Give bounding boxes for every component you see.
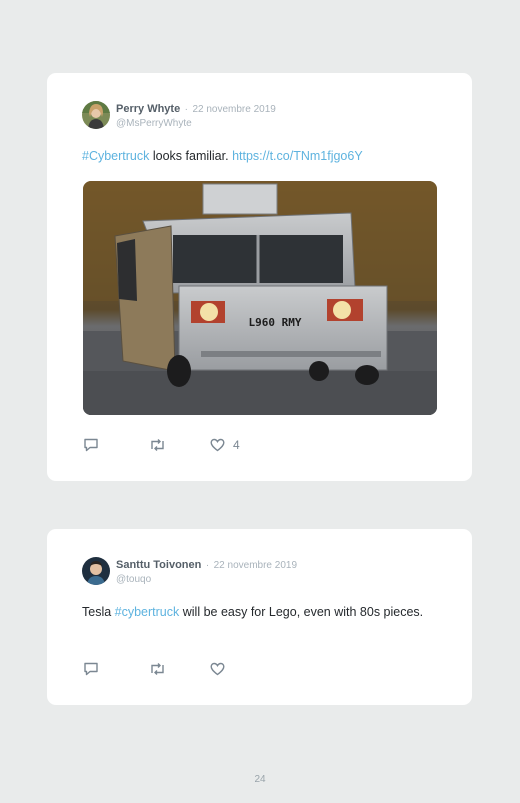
retweet-icon — [149, 438, 166, 452]
reply-button[interactable] — [83, 661, 99, 676]
like-button[interactable] — [210, 662, 225, 676]
author-name[interactable]: Santtu Toivonen — [116, 559, 201, 571]
tweet-text: Tesla #cybertruck will be easy for Lego,… — [82, 604, 442, 620]
author-name[interactable]: Perry Whyte — [116, 103, 180, 115]
tweet-photo[interactable]: L960 RMY — [83, 181, 437, 415]
like-icon — [210, 438, 225, 452]
separator: · — [205, 560, 210, 571]
url-link[interactable]: https://t.co/TNm1fjgo6Y — [232, 149, 363, 163]
license-plate: L960 RMY — [249, 316, 302, 329]
author-handle[interactable]: @MsPerryWhyte — [116, 117, 276, 130]
tweet-header: Perry Whyte · 22 novembre 2019 @MsPerryW… — [82, 101, 276, 130]
tweet-card: Santtu Toivonen · 22 novembre 2019 @touq… — [47, 529, 472, 705]
retweet-icon — [149, 662, 166, 676]
avatar[interactable] — [82, 101, 110, 129]
tweet-card: Perry Whyte · 22 novembre 2019 @MsPerryW… — [47, 73, 472, 481]
tweet-actions: 4 — [83, 437, 240, 452]
tweet-text: #Cybertruck looks familiar. https://t.co… — [82, 148, 442, 164]
tweet-header: Santtu Toivonen · 22 novembre 2019 @touq… — [82, 557, 297, 586]
retweet-button[interactable] — [149, 438, 166, 452]
author-handle[interactable]: @touqo — [116, 573, 297, 586]
reply-icon — [83, 437, 99, 452]
reply-button[interactable] — [83, 437, 99, 452]
tweet-date[interactable]: 22 novembre 2019 — [214, 560, 297, 571]
retweet-button[interactable] — [149, 662, 166, 676]
hashtag-link[interactable]: #Cybertruck — [82, 149, 149, 163]
tweet-date[interactable]: 22 novembre 2019 — [192, 104, 275, 115]
like-count: 4 — [233, 437, 240, 452]
hashtag-link[interactable]: #cybertruck — [115, 605, 180, 619]
separator: · — [184, 104, 188, 115]
tweet-actions — [83, 661, 225, 676]
like-button[interactable]: 4 — [210, 438, 240, 452]
tweet-text-after: will be easy for Lego, even with 80s pie… — [179, 605, 424, 619]
tweet-text-before: Tesla — [82, 605, 115, 619]
reply-icon — [83, 661, 99, 676]
tweet-text-body: looks familiar. — [149, 149, 233, 163]
like-icon — [210, 662, 225, 676]
avatar[interactable] — [82, 557, 110, 585]
page-number: 24 — [254, 774, 266, 785]
